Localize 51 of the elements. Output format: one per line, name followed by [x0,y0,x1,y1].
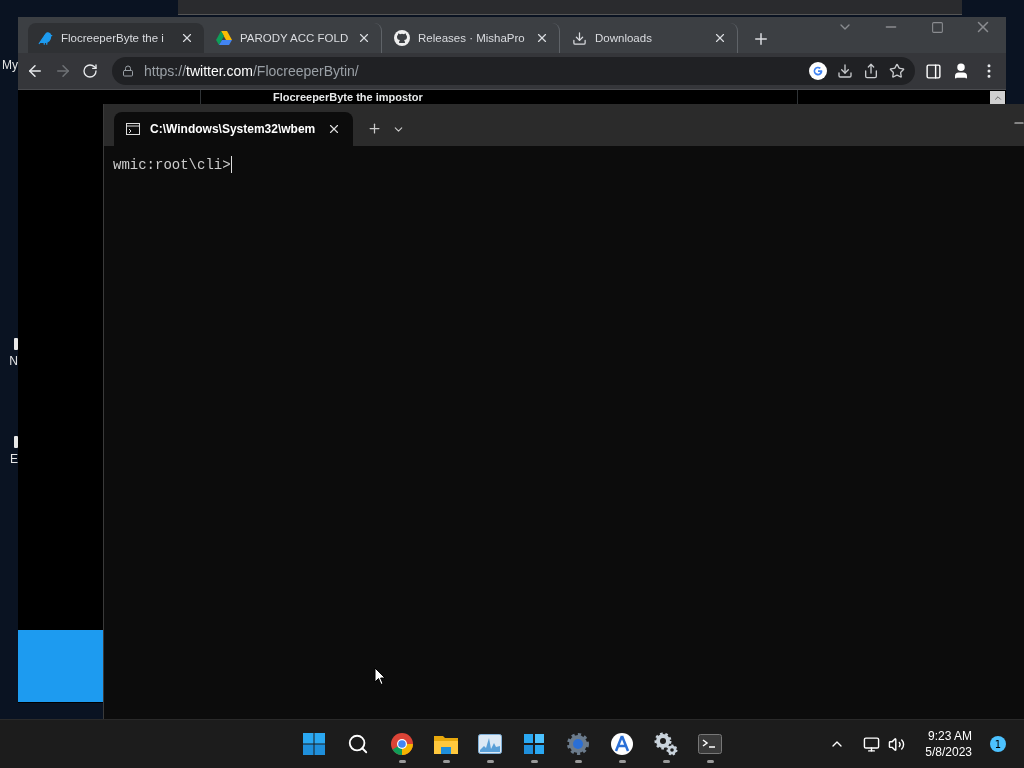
command-prompt: wmic:root\cli> [113,156,231,173]
new-tab-icon[interactable] [367,121,382,136]
browser-tab[interactable]: FlocreeperByte the i [28,23,204,53]
network-icon[interactable] [863,735,881,753]
url-text: https://twitter.com/FlocreeperBytin/ [144,63,360,79]
mouse-pointer-icon [374,667,386,686]
terminal-tab[interactable]: C:\Windows\System32\wbem [114,112,353,146]
install-icon[interactable] [837,63,853,79]
desktop-icon-label[interactable]: E [10,452,18,466]
terminal-icon [698,734,722,755]
desktop-icon-label[interactable]: N [9,354,18,368]
close-icon[interactable] [535,31,549,45]
side-panel-icon[interactable] [925,62,942,80]
back-icon[interactable] [26,62,44,80]
share-icon[interactable] [863,63,879,79]
chart-window-icon [478,734,502,755]
chevron-up-icon [992,93,1003,103]
text-cursor [230,156,232,173]
lock-icon [122,65,134,77]
windows-logo-icon [302,732,326,757]
maximize-icon[interactable] [930,20,944,34]
profile-heading: FlocreeperByte the impostor [273,91,424,104]
gears-icon [653,731,679,758]
cat-silhouette-icon [394,30,410,46]
g-letter-icon[interactable] [809,62,827,80]
close-icon[interactable] [327,122,341,136]
folder-icon [433,733,459,756]
browser-icon [390,732,414,757]
reload-icon[interactable] [82,63,98,79]
notification-badge[interactable]: 1 [990,736,1006,753]
compass-icon [610,732,634,757]
bird-icon [38,30,53,46]
search-icon [347,733,369,756]
volume-icon[interactable] [888,735,906,753]
desktop-icon-label[interactable]: My [2,58,18,72]
close-icon[interactable] [357,31,371,45]
forward-icon[interactable] [54,62,72,80]
clock-date[interactable]: 5/8/2023 [925,744,972,761]
bookmark-star-icon[interactable] [889,63,905,79]
new-tab-icon[interactable] [752,30,770,48]
console-icon [126,123,140,135]
scroll-up-button[interactable] [990,91,1005,105]
profile-icon[interactable] [952,62,970,80]
triangle-icon [216,31,232,45]
address-bar[interactable]: https://twitter.com/FlocreeperBytin/ [112,57,915,85]
close-icon[interactable] [180,31,194,45]
tiles-icon [523,733,545,756]
close-icon[interactable] [713,31,727,45]
gear-icon [566,732,590,757]
clock-time[interactable]: 9:23 AM [927,728,972,745]
download-icon [572,30,587,46]
